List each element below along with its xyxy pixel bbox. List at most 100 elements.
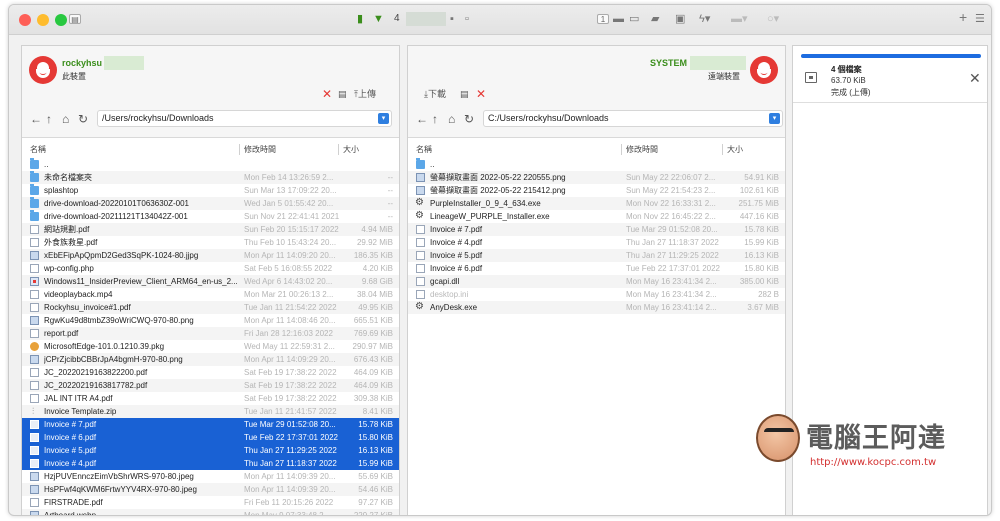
file-row[interactable]: drive-download-20220101T063630Z-001 Wed J… bbox=[22, 197, 399, 210]
column-modified[interactable]: 修改時間 bbox=[244, 143, 276, 156]
chevron-down-icon[interactable]: ▾ bbox=[378, 113, 389, 124]
delete-button[interactable]: ✕ bbox=[476, 88, 486, 101]
home-icon[interactable]: ⌂ bbox=[448, 111, 455, 127]
file-name: HsPFwf4qKWM6FrtwYYV4RX-970-80.jpeg bbox=[44, 485, 197, 494]
file-name: Invoice # 4.pdf bbox=[44, 459, 97, 468]
file-icon bbox=[30, 405, 39, 418]
remote-icon[interactable]: ▣ bbox=[675, 12, 685, 26]
file-row[interactable]: Invoice # 4.pdf Thu Jan 27 11:18:37 2022 1… bbox=[22, 457, 399, 470]
chat-icon[interactable]: ▰ bbox=[651, 12, 659, 26]
file-row[interactable]: HzjPUVEnnczEimVbShrWRS-970-80.jpeg Mon Ap… bbox=[22, 470, 399, 483]
new-folder-button[interactable]: ▤ bbox=[338, 88, 347, 100]
add-tab-icon[interactable]: + bbox=[959, 10, 967, 24]
file-row[interactable]: .. bbox=[22, 158, 399, 171]
file-row[interactable]: MicrosoftEdge-101.0.1210.39.pkg Wed May 1… bbox=[22, 340, 399, 353]
file-icon bbox=[30, 251, 39, 260]
file-row[interactable]: Rockyhsu_invoice#1.pdf Tue Jan 11 21:54:2… bbox=[22, 301, 399, 314]
file-row[interactable]: desktop.ini Mon May 16 23:41:34 2... 282 B bbox=[408, 288, 785, 301]
path-field[interactable]: C:/Users/rockyhsu/Downloads ▾ bbox=[483, 110, 783, 127]
file-row[interactable]: Invoice # 4.pdf Thu Jan 27 11:18:37 2022 1… bbox=[408, 236, 785, 249]
close-icon[interactable]: ✕ bbox=[969, 71, 981, 85]
delete-button[interactable]: ✕ bbox=[322, 88, 332, 101]
chevron-down-icon[interactable]: ▾ bbox=[769, 113, 780, 124]
list-icon[interactable]: ☰ bbox=[975, 12, 985, 26]
lock-icon[interactable]: ▪ bbox=[450, 12, 454, 26]
file-row[interactable]: drive-download-20211121T134042Z-001 Sun N… bbox=[22, 210, 399, 223]
download-button[interactable]: ⤓下載 bbox=[424, 88, 446, 100]
file-row[interactable]: 螢幕擷取畫面 2022-05-22 220555.png Sun May 22 2… bbox=[408, 171, 785, 184]
back-button[interactable]: ← bbox=[416, 111, 428, 127]
file-row[interactable]: report.pdf Fri Jan 28 12:16:03 2022 769.69… bbox=[22, 327, 399, 340]
watermark: 電腦王阿達 http://www.kocpc.com.tw bbox=[756, 412, 986, 476]
file-icon bbox=[30, 277, 39, 286]
file-row[interactable]: Invoice # 7.pdf Tue Mar 29 01:52:08 20...… bbox=[408, 223, 785, 236]
zoom-window-button[interactable] bbox=[55, 14, 67, 26]
column-name[interactable]: 名稱 bbox=[30, 143, 46, 156]
file-row[interactable]: JC_20220219163822200.pdf Sat Feb 19 17:38… bbox=[22, 366, 399, 379]
file-name: gcapi.dll bbox=[430, 277, 460, 286]
file-row[interactable]: Invoice Template.zip Tue Jan 11 21:41:57 … bbox=[22, 405, 399, 418]
file-row[interactable]: JC_20220219163817782.pdf Sat Feb 19 17:38… bbox=[22, 379, 399, 392]
file-row[interactable]: splashtop Sun Mar 13 17:09:22 20... -- bbox=[22, 184, 399, 197]
back-button[interactable]: ← bbox=[30, 111, 42, 127]
file-row[interactable]: Windows11_InsiderPreview_Client_ARM64_en… bbox=[22, 275, 399, 288]
file-row[interactable]: xEbEFipApQpmD2Ged3SqPK-1024-80.jjpg Mon A… bbox=[22, 249, 399, 262]
column-name[interactable]: 名稱 bbox=[416, 143, 432, 156]
refresh-icon[interactable]: ↻ bbox=[78, 111, 88, 127]
file-row[interactable]: Invoice # 7.pdf Tue Mar 29 01:52:08 20...… bbox=[22, 418, 399, 431]
file-size: 309.38 KiB bbox=[353, 394, 393, 403]
file-row[interactable]: FIRSTRADE.pdf Fri Feb 11 20:15:26 2022 97.… bbox=[22, 496, 399, 509]
file-row[interactable]: 未命名檔案夾 Mon Feb 14 13:26:59 2... -- bbox=[22, 171, 399, 184]
new-folder-button[interactable]: ▤ bbox=[460, 88, 469, 100]
keyboard-icon[interactable]: ▬▾ bbox=[731, 12, 748, 26]
file-row[interactable]: videoplayback.mp4 Mon Mar 21 00:26:13 2..… bbox=[22, 288, 399, 301]
home-icon[interactable]: ⌂ bbox=[62, 111, 69, 127]
file-modified: Mon Nov 22 16:45:22 2... bbox=[626, 212, 716, 221]
file-row[interactable]: Invoice # 6.pdf Tue Feb 22 17:37:01 2022 1… bbox=[408, 262, 785, 275]
forward-button[interactable]: ↑ bbox=[46, 111, 52, 127]
file-row[interactable]: .. bbox=[408, 158, 785, 171]
folder-transfer-icon[interactable]: ▬ bbox=[613, 12, 624, 26]
remote-panel-header: SYSTEM 遠端裝置 ⤓下載 ▤ ✕ ← ↑ ⌂ ↻ C:/Users/roc… bbox=[408, 46, 785, 138]
one-to-one-icon[interactable]: 1 bbox=[597, 12, 609, 26]
minimize-window-button[interactable] bbox=[37, 14, 49, 26]
refresh-icon[interactable]: ↻ bbox=[464, 111, 474, 127]
file-row[interactable]: JAL INT ITR A4.pdf Sat Feb 19 17:38:22 20… bbox=[22, 392, 399, 405]
file-name: report.pdf bbox=[44, 329, 79, 338]
path-field[interactable]: /Users/rockyhsu/Downloads ▾ bbox=[97, 110, 392, 127]
column-size[interactable]: 大小 bbox=[343, 143, 359, 156]
forward-button[interactable]: ↑ bbox=[432, 111, 438, 127]
column-size[interactable]: 大小 bbox=[727, 143, 743, 156]
file-row[interactable]: wp-config.php Sat Feb 5 16:08:55 2022 4.20… bbox=[22, 262, 399, 275]
file-row[interactable]: HsPFwf4qKWM6FrtwYYV4RX-970-80.jpeg Mon Ap… bbox=[22, 483, 399, 496]
file-icon bbox=[30, 303, 39, 312]
sidebar-toggle-icon[interactable]: ▤ bbox=[69, 12, 81, 26]
file-modified: Mon May 9 07:33:48 2... bbox=[244, 511, 331, 516]
file-row[interactable]: 網站規劃.pdf Sun Feb 20 15:15:17 2022 4.94 MiB bbox=[22, 223, 399, 236]
action-icon[interactable]: ϟ▾ bbox=[699, 12, 710, 26]
file-row[interactable]: gcapi.dll Mon May 16 23:41:34 2... 385.00 … bbox=[408, 275, 785, 288]
file-name: Invoice # 7.pdf bbox=[44, 420, 97, 429]
file-row[interactable]: LineageW_PURPLE_Installer.exe Mon Nov 22 … bbox=[408, 209, 785, 223]
column-modified[interactable]: 修改時間 bbox=[626, 143, 658, 156]
file-size: 97.27 KiB bbox=[358, 498, 393, 507]
file-size: -- bbox=[387, 173, 393, 182]
file-row[interactable]: Invoice # 5.pdf Thu Jan 27 11:29:25 2022 1… bbox=[22, 444, 399, 457]
file-row[interactable]: Artboard.webp Mon May 9 07:33:48 2... 229.… bbox=[22, 509, 399, 516]
path-text: /Users/rockyhsu/Downloads bbox=[102, 113, 214, 123]
chevron-down-icon[interactable]: ○▾ bbox=[767, 12, 779, 26]
file-icon bbox=[416, 251, 425, 260]
file-row[interactable]: 螢幕擷取畫面 2022-05-22 215412.png Sun May 22 2… bbox=[408, 184, 785, 197]
upload-button[interactable]: ⤒上傳 bbox=[354, 88, 376, 100]
file-row[interactable]: Invoice # 6.pdf Tue Feb 22 17:37:01 2022 1… bbox=[22, 431, 399, 444]
file-row[interactable]: RgwKu49d8tmbZ39oWriCWQ-970-80.png Mon Apr… bbox=[22, 314, 399, 327]
file-row[interactable]: AnyDesk.exe Mon May 16 23:41:14 2... 3.67 … bbox=[408, 300, 785, 314]
file-row[interactable]: Invoice # 5.pdf Thu Jan 27 11:29:25 2022 1… bbox=[408, 249, 785, 262]
file-row[interactable]: PurpleInstaller_0_9_4_634.exe Mon Nov 22 … bbox=[408, 196, 785, 210]
file-row[interactable]: 外食族救星.pdf Thu Feb 10 15:43:24 20... 29.92 … bbox=[22, 236, 399, 249]
file-name: PurpleInstaller_0_9_4_634.exe bbox=[430, 199, 541, 208]
close-window-button[interactable] bbox=[19, 14, 31, 26]
screens-icon[interactable]: ▭ bbox=[629, 12, 639, 26]
file-icon[interactable]: ▫ bbox=[465, 12, 469, 26]
file-row[interactable]: jCPrZjcibbCBBrJpA4bgmH-970-80.png Mon Apr… bbox=[22, 353, 399, 366]
